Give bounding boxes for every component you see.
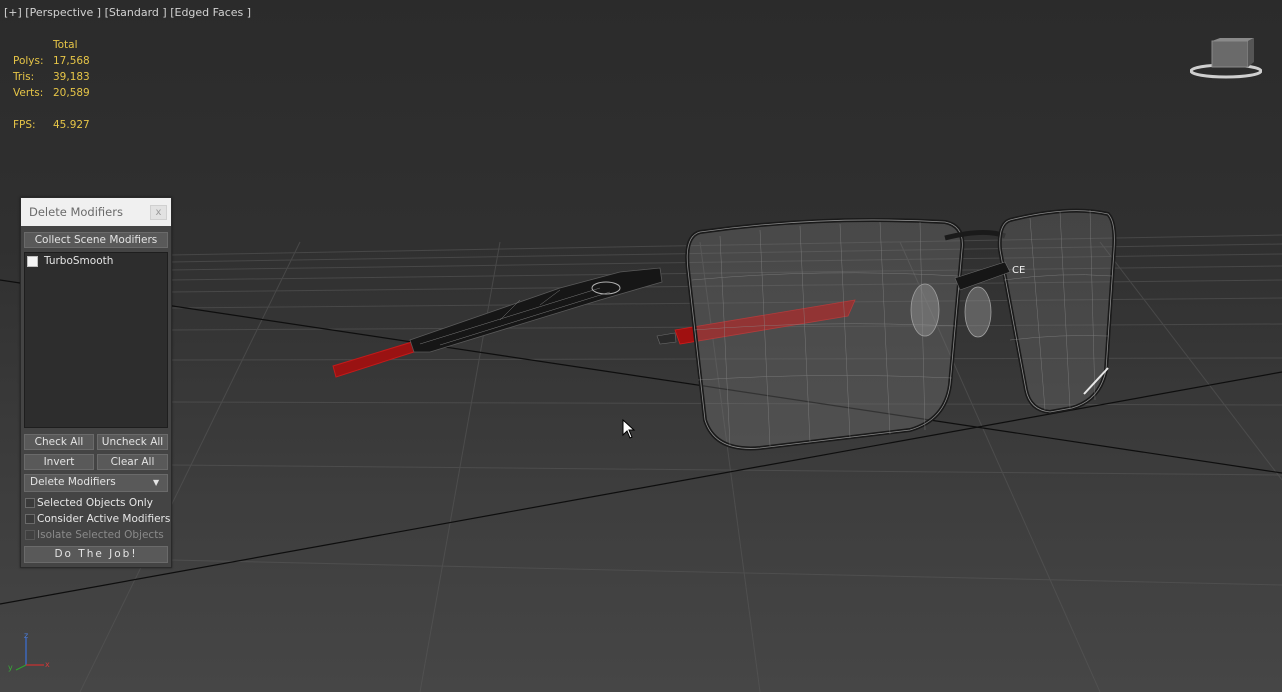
stats-header: Total: [53, 39, 78, 51]
stat-value-tris: 39,183: [53, 71, 90, 83]
selected-objects-only-checkbox[interactable]: [25, 498, 35, 508]
stat-label-verts: Verts:: [13, 87, 44, 99]
axis-line-y: [0, 371, 1282, 605]
uncheck-all-button[interactable]: Uncheck All: [97, 434, 168, 450]
perspective-viewport[interactable]: CE [+] [Perspective ] [Standard ] [Edged…: [0, 0, 1282, 692]
isolate-selected-objects-checkbox: [25, 530, 35, 540]
delete-modifiers-panel: Delete Modifiers x Collect Scene Modifie…: [20, 197, 172, 568]
collect-scene-modifiers-button[interactable]: Collect Scene Modifiers: [24, 232, 168, 248]
viewcube-icon[interactable]: [1190, 38, 1262, 82]
consider-active-modifiers-checkbox[interactable]: [25, 514, 35, 524]
invert-button[interactable]: Invert: [24, 454, 94, 470]
svg-text:CE: CE: [1012, 265, 1025, 276]
stat-value-fps: 45.927: [53, 119, 90, 131]
scene-render: CE: [0, 208, 1282, 692]
isolate-selected-objects-label: Isolate Selected Objects: [37, 529, 164, 541]
selected-objects-only-option[interactable]: Selected Objects Only: [24, 497, 168, 511]
consider-active-modifiers-label: Consider Active Modifiers: [37, 513, 171, 525]
stat-label-tris: Tris:: [13, 71, 35, 83]
modifier-list[interactable]: TurboSmooth: [24, 252, 168, 428]
panel-titlebar[interactable]: Delete Modifiers x: [21, 198, 171, 226]
axis-tripod-icon: z x y: [8, 632, 50, 672]
modifier-label: TurboSmooth: [44, 255, 114, 267]
close-button[interactable]: x: [150, 205, 167, 220]
mode-dropdown[interactable]: Delete Modifiers ▼: [24, 474, 168, 492]
svg-text:z: z: [24, 632, 28, 640]
isolate-selected-objects-option: Isolate Selected Objects: [24, 529, 168, 543]
mode-dropdown-value: Delete Modifiers: [30, 476, 116, 488]
stat-label-polys: Polys:: [13, 55, 44, 67]
panel-title: Delete Modifiers: [29, 205, 123, 219]
stat-label-fps: FPS:: [13, 119, 36, 131]
list-item[interactable]: TurboSmooth: [27, 255, 163, 269]
clear-all-button[interactable]: Clear All: [97, 454, 168, 470]
selected-objects-only-label: Selected Objects Only: [37, 497, 153, 509]
stat-value-polys: 17,568: [53, 55, 90, 67]
svg-text:y: y: [8, 663, 13, 672]
svg-text:x: x: [45, 660, 50, 669]
modifier-checkbox[interactable]: [27, 256, 38, 267]
viewport-label[interactable]: [+] [Perspective ] [Standard ] [Edged Fa…: [4, 6, 251, 19]
chevron-down-icon: ▼: [153, 478, 160, 487]
glasses-model: CE: [332, 208, 1117, 451]
close-icon: x: [155, 207, 162, 218]
consider-active-modifiers-option[interactable]: Consider Active Modifiers: [24, 513, 171, 527]
mouse-cursor-icon: [622, 419, 636, 439]
check-all-button[interactable]: Check All: [24, 434, 94, 450]
stat-value-verts: 20,589: [53, 87, 90, 99]
do-the-job-button[interactable]: Do The Job!: [24, 546, 168, 563]
